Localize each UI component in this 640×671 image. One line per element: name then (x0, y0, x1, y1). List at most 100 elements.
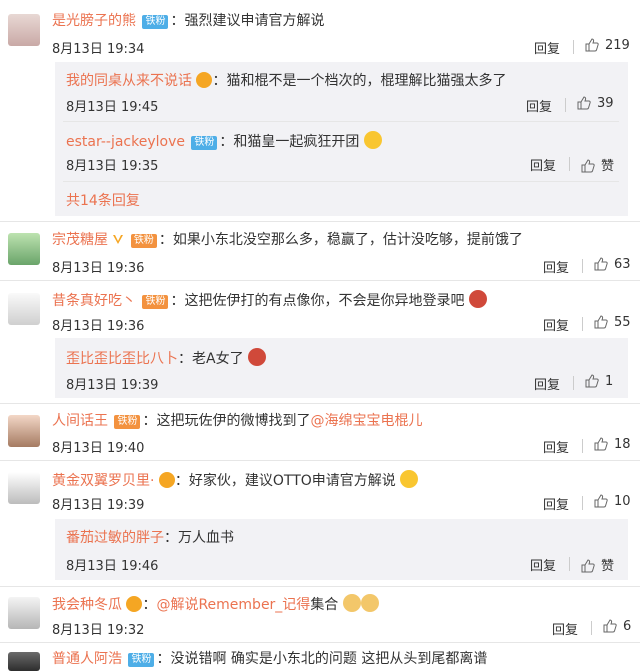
avatar[interactable] (8, 652, 40, 671)
divider (0, 642, 640, 643)
comment-header: 我的同桌从来不说话 ：猫和棍不是一个档次的，棍理解比猫强太多了 (66, 72, 507, 89)
username[interactable]: 我会种冬瓜 (52, 597, 122, 613)
thumbs-up-icon (581, 559, 595, 573)
like-label: 赞 (601, 159, 615, 174)
fan-badge: 铁粉 (142, 15, 169, 29)
username[interactable]: 宗茂糖屋 (52, 232, 108, 248)
username[interactable]: 普通人阿浩 (52, 651, 122, 667)
thumbs-up-icon (594, 315, 608, 329)
like-button[interactable]: 63 (594, 257, 631, 272)
like-label: 赞 (601, 559, 615, 574)
reply-button[interactable]: 回复 (543, 257, 569, 276)
comment-header: 昔条真好吃丶 铁粉 ：这把佐伊打的有点像你，不会是你异地登录吧 (52, 290, 487, 310)
like-count: 39 (597, 96, 614, 111)
like-count: 18 (614, 437, 631, 452)
thumbs-up-icon (577, 96, 591, 110)
divider (582, 259, 583, 273)
like-button[interactable]: 18 (594, 437, 631, 452)
like-button[interactable]: 1 (585, 374, 613, 389)
avatar[interactable] (8, 233, 40, 265)
divider (63, 181, 619, 182)
comment-header: 宗茂糖屋 铁粉 ：如果小东北没空那么多，稳赢了，估计没吃够，提前饿了 (52, 232, 523, 248)
comment-header: 番茄过敏的胖子：万人血书 (66, 530, 234, 546)
comment-text: 老A女了 (192, 351, 244, 367)
like-count: 10 (614, 494, 631, 509)
vip-icon (196, 72, 213, 88)
comment-header: 普通人阿浩 铁粉 ：没说错啊 确实是小东北的问题 这把从头到尾都离谱 (52, 651, 488, 667)
reply-button[interactable]: 回复 (530, 555, 556, 574)
avatar[interactable] (8, 415, 40, 447)
avatar[interactable] (8, 293, 40, 325)
emoji-icon (248, 348, 267, 366)
timestamp: 8月13日 19:39 (52, 498, 145, 513)
username[interactable]: estar--jackeylove (66, 134, 185, 150)
like-button[interactable]: 55 (594, 315, 631, 330)
thumbs-up-icon (585, 374, 599, 388)
comment-header: 我会种冬瓜 ：@解说Remember_记得集合 (52, 594, 379, 614)
more-replies-link[interactable]: 共14条回复 (66, 190, 140, 210)
reply-button[interactable]: 回复 (543, 437, 569, 456)
reply-button[interactable]: 回复 (530, 155, 556, 174)
thumbs-up-icon (585, 38, 599, 52)
comment-text: 和猫皇一起疯狂开团 (233, 134, 360, 150)
username[interactable]: 昔条真好吃丶 (52, 293, 136, 309)
reply-button[interactable]: 回复 (534, 38, 560, 57)
like-count: 63 (614, 257, 631, 272)
like-button[interactable]: 10 (594, 494, 631, 509)
comment-header: 人间话王 铁粉 ：这把玩佐伊的微博找到了@海绵宝宝电棍儿 (52, 413, 423, 429)
divider (0, 221, 640, 222)
thumbs-up-icon (603, 619, 617, 633)
divider (0, 403, 640, 404)
comment-header: estar--jackeylove 铁粉 ：和猫皇一起疯狂开团 (66, 131, 382, 151)
divider (0, 586, 640, 587)
divider (0, 280, 640, 281)
vip-icon (126, 596, 143, 612)
timestamp: 8月13日 19:39 (66, 378, 159, 393)
thumbs-up-icon (594, 437, 608, 451)
timestamp: 8月13日 19:46 (66, 559, 159, 574)
divider (569, 557, 570, 571)
avatar[interactable] (8, 14, 40, 46)
avatar[interactable] (8, 472, 40, 504)
timestamp: 8月13日 19:35 (66, 159, 159, 174)
divider (582, 317, 583, 331)
like-button[interactable]: 赞 (581, 555, 614, 574)
like-button[interactable]: 219 (585, 38, 630, 53)
username[interactable]: 人间话王 (52, 413, 108, 429)
divider (565, 98, 566, 112)
like-count: 1 (605, 374, 614, 389)
mention-link[interactable]: @解说Remember_记得 (156, 597, 310, 613)
like-button[interactable]: 6 (603, 619, 631, 634)
reply-button[interactable]: 回复 (552, 619, 578, 638)
laughing-emoji-icon (400, 470, 419, 488)
username[interactable]: 歪比歪比歪比八卜 (66, 351, 178, 367)
avatar[interactable] (8, 597, 40, 629)
timestamp: 8月13日 19:32 (52, 623, 145, 638)
username[interactable]: 番茄过敏的胖子 (66, 530, 164, 546)
fan-badge: 铁粉 (114, 415, 141, 429)
like-count: 219 (605, 38, 630, 53)
username[interactable]: 我的同桌从来不说话 (66, 73, 192, 89)
timestamp: 8月13日 19:45 (66, 100, 159, 115)
reply-button[interactable]: 回复 (543, 494, 569, 513)
divider (569, 157, 570, 171)
like-button[interactable]: 赞 (581, 155, 614, 174)
reply-button[interactable]: 回复 (534, 374, 560, 393)
divider (582, 496, 583, 510)
like-count: 6 (623, 619, 632, 634)
username[interactable]: 黄金双翼罗贝里· (52, 473, 154, 489)
divider (582, 439, 583, 453)
divider (573, 376, 574, 390)
comment-list: 是光膀子的熊 铁粉 ：强烈建议申请官方解说 8月13日 19:34 回复 219 … (0, 0, 640, 671)
fan-badge: 铁粉 (130, 234, 157, 248)
fan-badge: 铁粉 (142, 295, 169, 309)
comment-text: 强烈建议申请官方解说 (184, 13, 325, 29)
reply-button[interactable]: 回复 (543, 315, 569, 334)
like-button[interactable]: 39 (577, 96, 614, 111)
mention-link[interactable]: @海绵宝宝电棍儿 (310, 413, 422, 429)
reply-button[interactable]: 回复 (526, 96, 552, 115)
username[interactable]: 是光膀子的熊 (52, 13, 136, 29)
comment-text: 猫和棍不是一个档次的，棍理解比猫强太多了 (226, 73, 507, 89)
comment-text: 好家伙，建议OTTO申请官方解说 (188, 473, 396, 489)
fan-badge: 铁粉 (191, 136, 218, 150)
